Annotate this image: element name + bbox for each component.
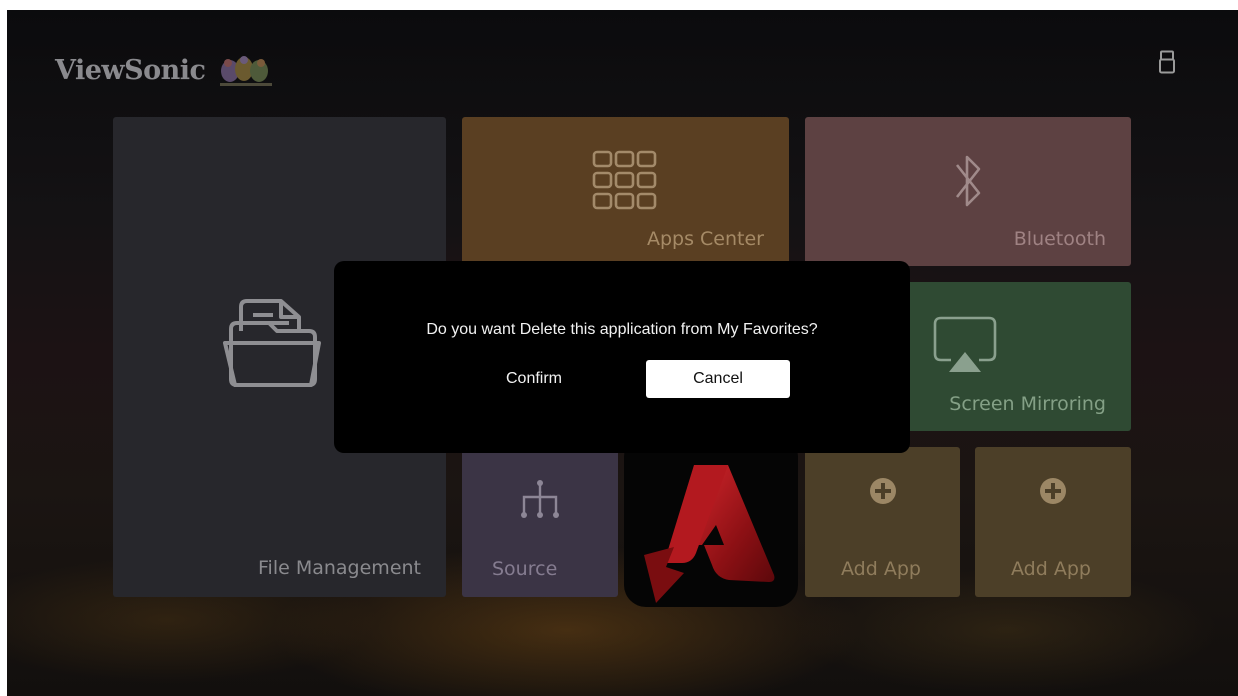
- viewsonic-logo: ViewSonic: [55, 50, 276, 90]
- cancel-button[interactable]: Cancel: [646, 360, 790, 398]
- adobe-acrobat-icon: [644, 465, 775, 603]
- usb-icon: [1159, 50, 1175, 74]
- tile-label: Add App: [1011, 558, 1091, 580]
- tile-label: Add App: [841, 558, 921, 580]
- launcher-screen: ViewSonic File Management Apps Center Bl…: [7, 10, 1238, 696]
- tile-label: Bluetooth: [1013, 228, 1106, 250]
- dialog-message: Do you want Delete this application from…: [426, 321, 818, 338]
- folder-documents-icon: [223, 299, 321, 387]
- tile-label: Source: [492, 558, 558, 580]
- plus-circle-icon: [870, 478, 896, 504]
- tile-label: Screen Mirroring: [949, 393, 1106, 415]
- plus-circle-icon: [1040, 478, 1066, 504]
- tile-add-app-1[interactable]: Add App: [805, 447, 960, 597]
- logo-text: ViewSonic: [55, 54, 206, 86]
- birds-logo-icon: [219, 56, 272, 86]
- grid-icon: [592, 150, 657, 210]
- tile-apps-center[interactable]: Apps Center: [462, 117, 789, 266]
- source-input-icon: [521, 480, 559, 518]
- tile-bluetooth[interactable]: Bluetooth: [805, 117, 1131, 266]
- confirm-button[interactable]: Confirm: [474, 360, 594, 398]
- tile-source[interactable]: Source: [462, 447, 618, 597]
- tile-label: Apps Center: [646, 228, 764, 250]
- bluetooth-icon: [955, 155, 981, 207]
- delete-favorite-dialog: Do you want Delete this application from…: [334, 261, 910, 453]
- airplay-icon: [933, 316, 997, 372]
- tile-adobe-acrobat[interactable]: [624, 435, 798, 607]
- tile-add-app-2[interactable]: Add App: [975, 447, 1131, 597]
- tile-label: File Management: [258, 557, 421, 579]
